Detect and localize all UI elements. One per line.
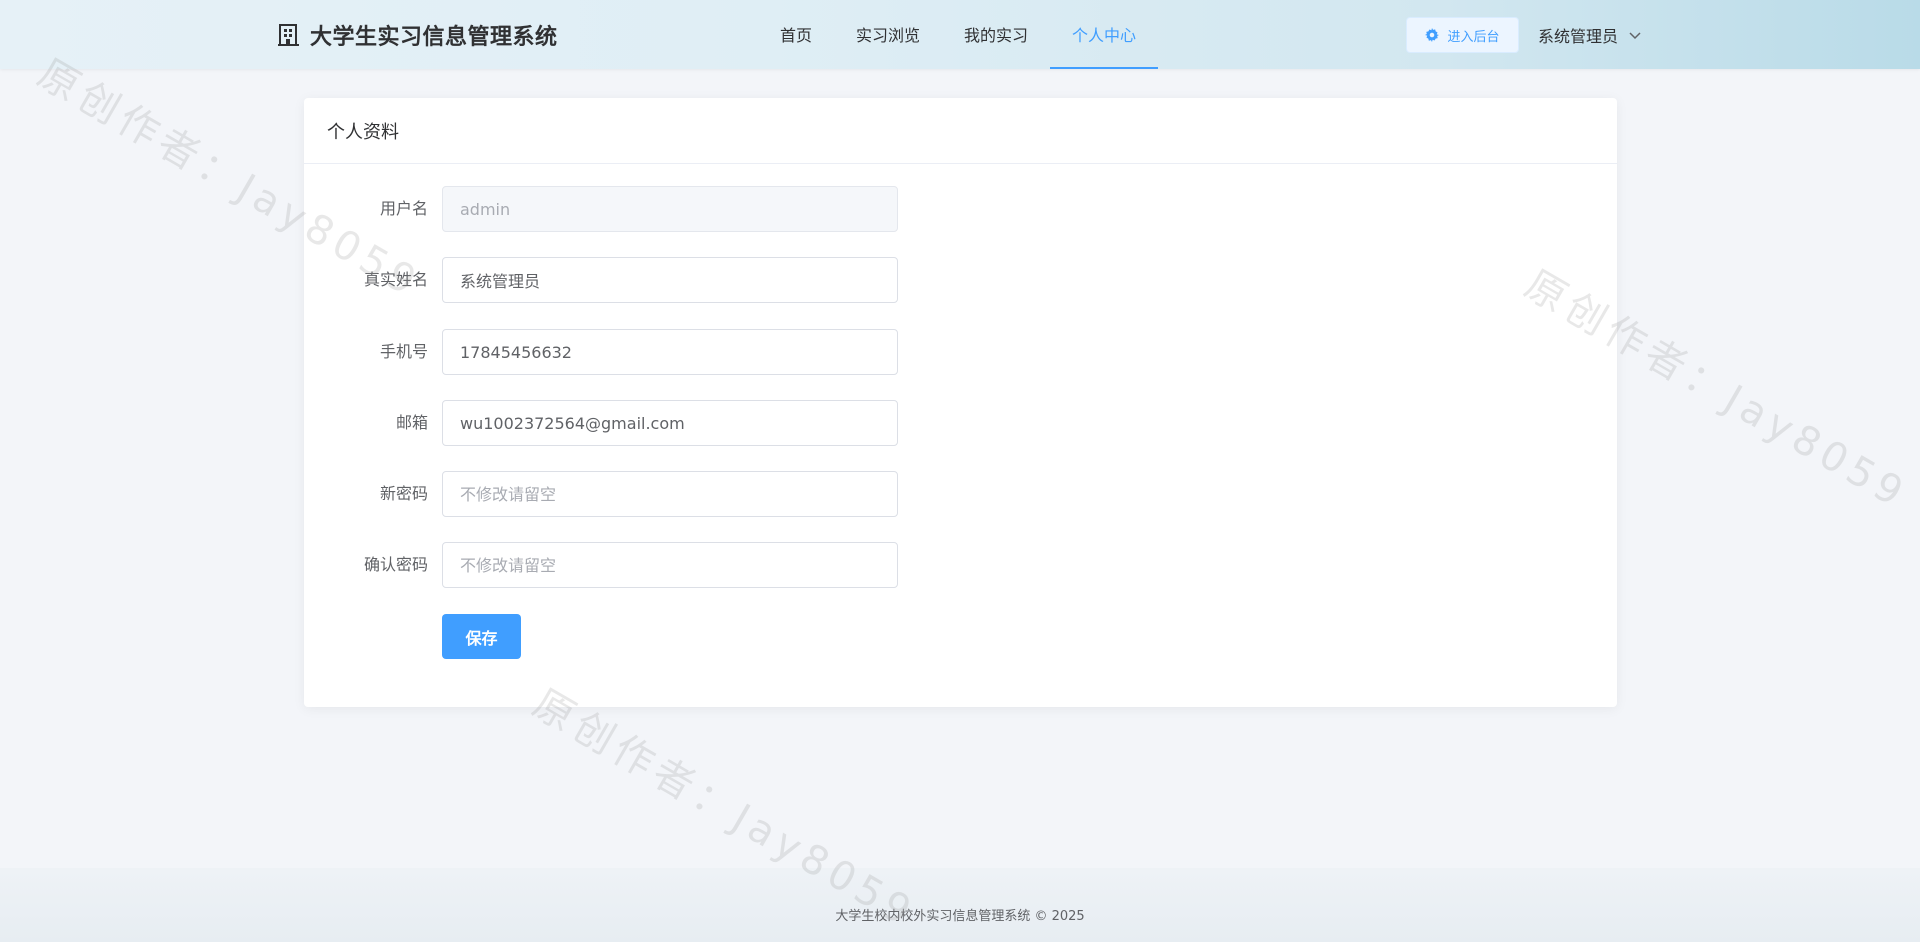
email-label: 邮箱 [395,413,428,432]
nav-item-label: 首页 [780,25,813,45]
form-row-real-name: 真实姓名 [304,257,1617,303]
nav-item-label: 我的实习 [964,25,1029,45]
confirm-password-label: 确认密码 [363,555,428,574]
form-row-email: 邮箱 [304,400,1617,446]
enter-admin-label: 进入后台 [1447,29,1500,45]
top-header: 大学生实习信息管理系统 首页 实习浏览 我的实习 个人中心 进入后台 系统管理员 [0,0,1920,69]
confirm-password-input[interactable] [442,542,898,588]
nav-item-label: 个人中心 [1072,25,1137,45]
phone-input[interactable] [442,329,898,375]
main-nav: 首页 实习浏览 我的实习 个人中心 [758,0,1159,69]
enter-admin-button[interactable]: 进入后台 [1406,17,1519,53]
footer: 大学生校内校外实习信息管理系统 © 2025 [0,868,1920,942]
brand-title: 大学生实习信息管理系统 [310,25,558,50]
user-name: 系统管理员 [1538,27,1619,46]
form-row-username: 用户名 [304,186,1617,232]
nav-item-browse-internships[interactable]: 实习浏览 [834,0,942,69]
form-row-phone: 手机号 [304,329,1617,375]
user-dropdown[interactable]: 系统管理员 [1538,17,1642,53]
profile-card: 个人资料 用户名 真实姓名 手机号 邮箱 新密码 确认密码 保存 [304,98,1617,707]
save-button[interactable]: 保存 [442,614,521,659]
new-password-input[interactable] [442,471,898,517]
nav-item-my-internships[interactable]: 我的实习 [942,0,1050,69]
email-input[interactable] [442,400,898,446]
username-input [442,186,898,232]
nav-item-label: 实习浏览 [856,25,921,45]
nav-item-personal-center[interactable]: 个人中心 [1050,0,1159,69]
chevron-down-icon [1629,32,1641,40]
nav-item-home[interactable]: 首页 [758,0,834,69]
phone-label: 手机号 [379,342,428,361]
card-title: 个人资料 [304,98,1617,164]
building-icon [278,24,299,46]
brand[interactable]: 大学生实习信息管理系统 [278,19,558,51]
new-password-label: 新密码 [379,484,428,503]
gear-icon [1425,28,1440,42]
form-row-confirm-password: 确认密码 [304,542,1617,588]
footer-text: 大学生校内校外实习信息管理系统 © 2025 [835,908,1085,924]
real-name-label: 真实姓名 [363,270,428,289]
real-name-input[interactable] [442,257,898,303]
form-row-new-password: 新密码 [304,471,1617,517]
username-label: 用户名 [379,199,428,218]
